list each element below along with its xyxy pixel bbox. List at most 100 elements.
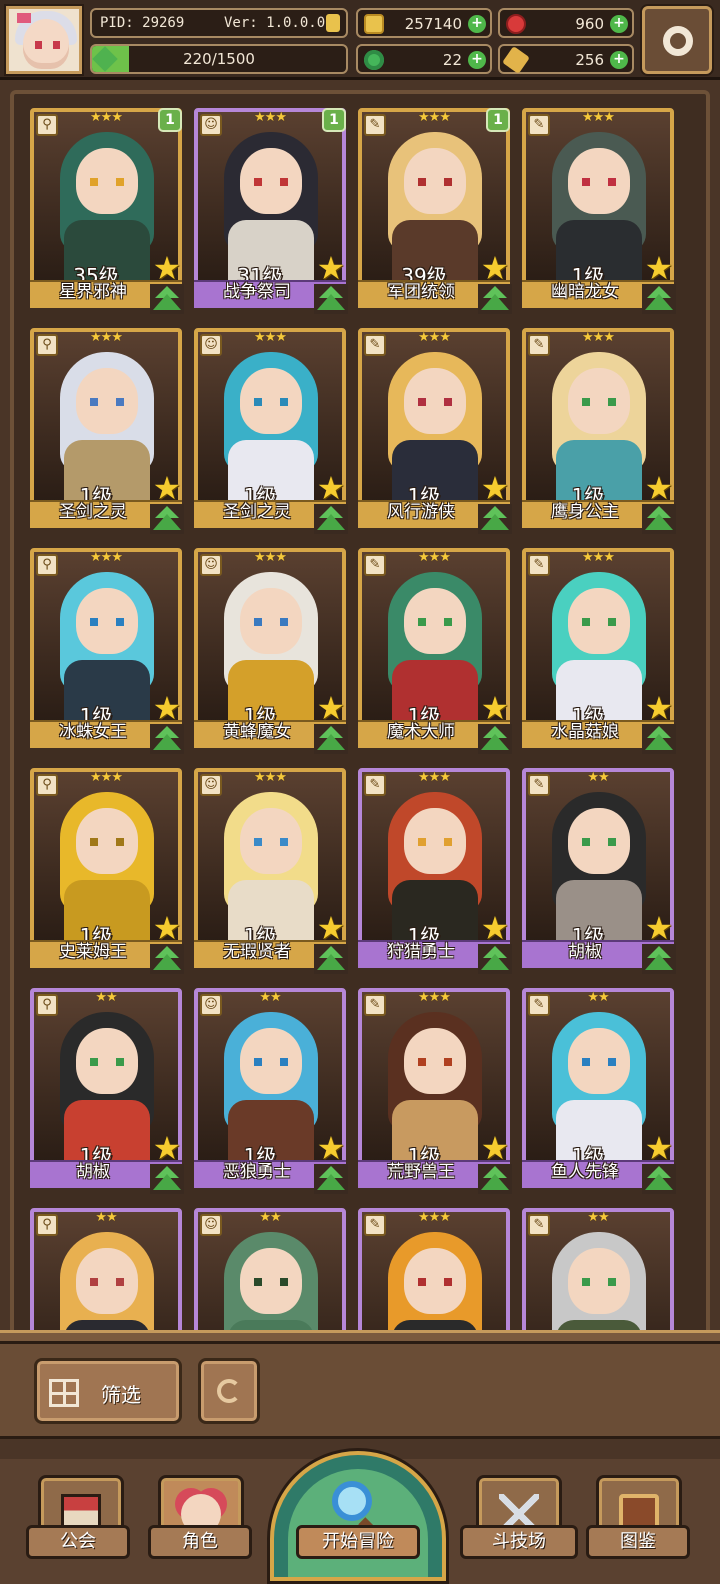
portrait-eyes bbox=[90, 398, 124, 406]
skill-tree-icon bbox=[150, 284, 184, 314]
star-upgrade-icon: ★ bbox=[480, 689, 510, 727]
portrait-eyes bbox=[254, 178, 288, 186]
add-gems-button[interactable]: + bbox=[610, 15, 628, 33]
character-card[interactable]: ★★ ⚲ 1级 胡椒 ★ bbox=[30, 988, 184, 1194]
skill-tree-icon bbox=[314, 504, 348, 534]
character-name: 胡椒 bbox=[568, 942, 602, 962]
character-name: 史莱姆王 bbox=[59, 942, 127, 962]
class-icon: ✎ bbox=[364, 994, 386, 1016]
star-upgrade-icon: ★ bbox=[152, 689, 182, 727]
star-upgrade-icon: ★ bbox=[152, 1129, 182, 1167]
portrait-eyes bbox=[254, 1058, 288, 1066]
character-card[interactable]: ★★★ ✎ 1级 狩猎勇士 ★ bbox=[358, 768, 512, 974]
portrait-eyes bbox=[582, 398, 616, 406]
character-card[interactable]: ★★★ ⚲ 1级 史莱姆王 ★ bbox=[30, 768, 184, 974]
character-name: 黄蜂魔女 bbox=[223, 722, 291, 742]
class-icon: ⚲ bbox=[36, 114, 58, 136]
avatar-eye bbox=[53, 41, 60, 49]
bottom-nav-bar: 公会 角色 开始冒险 斗技场 图鉴 bbox=[0, 1436, 720, 1584]
character-name: 圣剑之灵 bbox=[223, 502, 291, 522]
star-upgrade-icon: ★ bbox=[644, 249, 674, 287]
portrait-eyes bbox=[254, 1278, 288, 1286]
nav-adventure-label[interactable]: 开始冒险 bbox=[296, 1525, 420, 1559]
class-icon: ☺ bbox=[200, 994, 222, 1016]
character-card[interactable]: ★★★ ⚲ 1级 冰蛛女王 ★ bbox=[30, 548, 184, 754]
add-coins-button[interactable]: + bbox=[468, 15, 486, 33]
character-card[interactable]: ★★★ ✎ 1级 水晶菇娘 ★ bbox=[522, 548, 676, 754]
character-card[interactable]: ★★★ ✎ 1级 鹰身公主 ★ bbox=[522, 328, 676, 534]
character-card[interactable]: ★★★ ☺ 1 31级 战争祭司 ★ bbox=[194, 108, 348, 314]
character-card[interactable]: ★★★ ✎ 1级 幽暗龙女 ★ bbox=[522, 108, 676, 314]
portrait-eyes bbox=[254, 398, 288, 406]
nav-arena-label[interactable]: 斗技场 bbox=[460, 1525, 578, 1559]
add-clovers-button[interactable]: + bbox=[468, 51, 486, 69]
character-name: 狩猎勇士 bbox=[387, 942, 455, 962]
character-card[interactable]: ★★ ☺ 1级 恶狼勇士 ★ bbox=[194, 988, 348, 1194]
character-name: 风行游侠 bbox=[387, 502, 455, 522]
class-icon: ✎ bbox=[364, 114, 386, 136]
nav-codex-label[interactable]: 图鉴 bbox=[586, 1525, 690, 1559]
character-card[interactable]: ★★★ ✎ bbox=[358, 1208, 510, 1336]
skill-tree-icon bbox=[642, 1164, 676, 1194]
character-card[interactable]: ★★ ✎ bbox=[522, 1208, 674, 1336]
character-name: 圣剑之灵 bbox=[59, 502, 127, 522]
character-name: 鹰身公主 bbox=[551, 502, 619, 522]
portrait-eyes bbox=[90, 1058, 124, 1066]
character-card[interactable]: ★★★ ✎ 1级 荒野兽王 ★ bbox=[358, 988, 512, 1194]
class-icon: ⚲ bbox=[36, 1214, 58, 1236]
character-card[interactable]: ★★★ ✎ 1级 魔术大师 ★ bbox=[358, 548, 512, 754]
reset-filter-button[interactable] bbox=[198, 1358, 260, 1424]
character-card[interactable]: ★★★ ⚲ 1级 圣剑之灵 ★ bbox=[30, 328, 184, 534]
class-icon: ☺ bbox=[200, 1214, 222, 1236]
class-icon: ✎ bbox=[528, 554, 550, 576]
portrait-eyes bbox=[418, 178, 452, 186]
skill-tree-icon bbox=[478, 504, 512, 534]
character-card[interactable]: ★★★ ☺ 1级 黄蜂魔女 ★ bbox=[194, 548, 348, 754]
character-card[interactable]: ★★ ⚲ bbox=[30, 1208, 182, 1336]
character-card[interactable]: ★★★ ✎ 1 39级 军团统领 ★ bbox=[358, 108, 512, 314]
avatar-face bbox=[23, 19, 69, 69]
nav-guild-label[interactable]: 公会 bbox=[26, 1525, 130, 1559]
nav-characters-label[interactable]: 角色 bbox=[148, 1525, 252, 1559]
class-icon: ✎ bbox=[364, 1214, 386, 1236]
class-icon: ✎ bbox=[528, 774, 550, 796]
portrait-eyes bbox=[254, 618, 288, 626]
portrait-eyes bbox=[418, 398, 452, 406]
character-name: 冰蛛女王 bbox=[59, 722, 127, 742]
class-icon: ✎ bbox=[364, 334, 386, 356]
skill-tree-icon bbox=[314, 944, 348, 974]
character-card[interactable]: ★★ ☺ bbox=[194, 1208, 346, 1336]
character-card[interactable]: ★★★ ✎ 1级 风行游侠 ★ bbox=[358, 328, 512, 534]
skill-tree-icon bbox=[478, 724, 512, 754]
portrait-eyes bbox=[90, 178, 124, 186]
character-card[interactable]: ★★ ✎ 1级 胡椒 ★ bbox=[522, 768, 676, 974]
player-avatar[interactable] bbox=[6, 6, 82, 74]
character-name: 胡椒 bbox=[76, 1162, 110, 1182]
star-upgrade-icon: ★ bbox=[644, 689, 674, 727]
star-upgrade-icon: ★ bbox=[480, 249, 510, 287]
class-icon: ☺ bbox=[200, 774, 222, 796]
gems-value: 960 bbox=[575, 15, 604, 33]
star-upgrade-icon: ★ bbox=[480, 909, 510, 947]
character-card[interactable]: ★★★ ☺ 1级 圣剑之灵 ★ bbox=[194, 328, 348, 534]
character-card[interactable]: ★★ ✎ 1级 鱼人先锋 ★ bbox=[522, 988, 676, 1194]
add-keys-button[interactable]: + bbox=[610, 51, 628, 69]
refresh-icon bbox=[217, 1379, 241, 1403]
skill-tree-icon bbox=[150, 1164, 184, 1194]
character-card[interactable]: ★★★ ⚲ 1 35级 星界邪神 ★ bbox=[30, 108, 184, 314]
coins-value: 257140 bbox=[404, 15, 462, 33]
class-icon: ✎ bbox=[364, 554, 386, 576]
coin-small-icon bbox=[326, 14, 340, 32]
star-upgrade-icon: ★ bbox=[644, 909, 674, 947]
settings-button[interactable] bbox=[642, 6, 712, 74]
portrait-eyes bbox=[582, 1058, 616, 1066]
class-icon: ☺ bbox=[200, 114, 222, 136]
star-upgrade-icon: ★ bbox=[480, 469, 510, 507]
character-card[interactable]: ★★★ ☺ 1级 无瑕贤者 ★ bbox=[194, 768, 348, 974]
coins-counter: 257140 + bbox=[356, 8, 492, 38]
class-icon: ✎ bbox=[528, 994, 550, 1016]
character-card-panel[interactable]: ★★★ ⚲ 1 35级 星界邪神 ★ ★★★ ☺ 1 31级 战争祭司 ★ ★★★ ✎ 1 39级 军团统领 ★ ★… bbox=[10, 90, 710, 1340]
filter-button[interactable]: 筛选 bbox=[34, 1358, 182, 1424]
skill-tree-icon bbox=[314, 1164, 348, 1194]
player-id: PID: 29269 bbox=[100, 15, 185, 31]
